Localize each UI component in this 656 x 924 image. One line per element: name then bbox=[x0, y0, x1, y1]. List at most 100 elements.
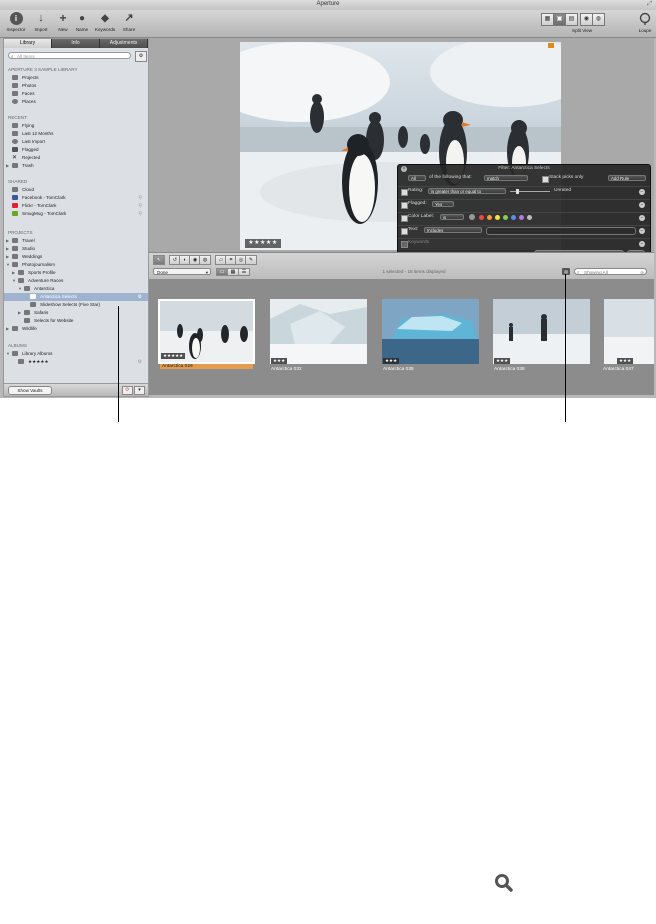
sidebar-item-facebook[interactable]: Facebook - TomClark ⚲ bbox=[4, 194, 148, 202]
disclosure-open-icon[interactable]: ▼ bbox=[18, 285, 22, 293]
sidebar-item-last-12-months[interactable]: Last 12 Months bbox=[4, 130, 148, 138]
match-scope-popup[interactable]: All bbox=[408, 175, 426, 181]
thumbnail-antarctica-047[interactable] bbox=[604, 299, 654, 364]
disclosure-triangle-icon[interactable]: ▶ bbox=[6, 325, 9, 333]
smart-settings-icon[interactable]: ⚙ bbox=[138, 293, 142, 301]
rating-checkbox[interactable] bbox=[401, 189, 408, 196]
disclosure-open-icon[interactable]: ▼ bbox=[6, 261, 10, 269]
sidebar-item-slideshow-selects[interactable]: Slideshow Selects (Five Star) bbox=[4, 301, 148, 309]
disclosure-triangle-icon[interactable]: ▶ bbox=[6, 245, 9, 253]
disclosure-triangle-icon[interactable]: ▶ bbox=[6, 237, 9, 245]
tab-info[interactable]: Info bbox=[52, 39, 100, 48]
tab-adjustments[interactable]: Adjustments bbox=[100, 39, 148, 48]
rating-slider-thumb[interactable] bbox=[516, 189, 519, 194]
remove-rule-icon[interactable]: − bbox=[639, 215, 645, 221]
add-rule-popup[interactable]: Add Rule bbox=[608, 175, 646, 181]
show-vaults-button[interactable]: Show Vaults bbox=[8, 386, 52, 395]
flagged-checkbox[interactable] bbox=[401, 202, 408, 209]
thumbnail-antarctica-032[interactable] bbox=[270, 299, 367, 364]
sidebar-item-rejected[interactable]: ✕ Rejected bbox=[4, 154, 148, 162]
sidebar-item-library-albums[interactable]: ▼ Library Albums bbox=[4, 350, 148, 358]
smart-settings-icon[interactable]: ⚙ bbox=[138, 358, 142, 366]
sidebar-item-faces[interactable]: Faces bbox=[4, 90, 148, 98]
sidebar-item-photos[interactable]: Photos bbox=[4, 82, 148, 90]
sidebar-item-flagged[interactable]: Flagged bbox=[4, 146, 148, 154]
thumbnail-antarctica-035[interactable] bbox=[382, 299, 479, 364]
thumbnail-antarctica-038[interactable] bbox=[493, 299, 590, 364]
sidebar-item-flying[interactable]: Flying bbox=[4, 122, 148, 130]
sidebar-item-flickr[interactable]: Flickr - TomClark ⚲ bbox=[4, 202, 148, 210]
places-view-button[interactable]: ◍ bbox=[592, 13, 605, 26]
disclosure-triangle-icon[interactable]: ▶ bbox=[6, 162, 9, 170]
vault-update-button[interactable]: ⟳ bbox=[122, 386, 133, 395]
sidebar-item-antarctica-selects[interactable]: Antarctica Selects ⚙ bbox=[4, 293, 148, 301]
filter-hud-button[interactable]: ▤ bbox=[562, 268, 570, 275]
disclosure-open-icon[interactable]: ▼ bbox=[6, 350, 10, 358]
sidebar-item-photojournalism[interactable]: ▼ Photojournalism bbox=[4, 261, 148, 269]
inspector-button[interactable]: i Inspector bbox=[5, 12, 27, 32]
text-checkbox[interactable] bbox=[401, 228, 408, 235]
keywords-checkbox[interactable] bbox=[401, 241, 408, 248]
sidebar-item-last-import[interactable]: Last Import bbox=[4, 138, 148, 146]
name-button[interactable]: ● Name bbox=[71, 12, 93, 32]
sidebar-item-safaris[interactable]: ▶ Safaris bbox=[4, 309, 148, 317]
library-search-input[interactable]: ⌕ All Items bbox=[8, 52, 131, 59]
disclosure-open-icon[interactable]: ▼ bbox=[12, 277, 16, 285]
list-browser-button[interactable]: ☰ bbox=[238, 268, 250, 276]
sidebar-item-trash[interactable]: ▶ Trash bbox=[4, 162, 148, 170]
keywords-button[interactable]: ◆ Keywords bbox=[94, 12, 116, 32]
disclosure-triangle-icon[interactable]: ▶ bbox=[18, 309, 21, 317]
clear-search-icon[interactable]: ⊗ bbox=[640, 269, 644, 276]
vault-menu-button[interactable]: ▾ bbox=[134, 386, 145, 395]
selection-tool[interactable]: ↖ bbox=[153, 255, 165, 265]
import-button[interactable]: ↓ Import bbox=[30, 12, 52, 32]
tab-library[interactable]: Library bbox=[4, 39, 52, 48]
color-blue-swatch[interactable] bbox=[511, 215, 516, 220]
color-yellow-swatch[interactable] bbox=[495, 215, 500, 220]
list-view-button[interactable]: ▤ bbox=[565, 13, 578, 26]
text-search-field[interactable] bbox=[486, 227, 636, 235]
text-operator-popup[interactable]: Includes bbox=[424, 227, 482, 233]
browser-search-input[interactable]: ⌕ Showing All ⊗ bbox=[574, 268, 647, 275]
search-options-button[interactable]: ⚙ bbox=[135, 51, 147, 62]
sidebar-item-five-star[interactable]: ★★★★★ ⚙ bbox=[4, 358, 148, 366]
remove-rule-icon[interactable]: − bbox=[639, 228, 645, 234]
remove-rule-icon[interactable]: − bbox=[639, 189, 645, 195]
rating-operator-popup[interactable]: is greater than or equal to bbox=[428, 188, 506, 194]
sidebar-item-sports-profile[interactable]: ▶ Sports Profile bbox=[4, 269, 148, 277]
sidebar-item-cloud[interactable]: Cloud bbox=[4, 186, 148, 194]
color-green-swatch[interactable] bbox=[503, 215, 508, 220]
sidebar-item-travel[interactable]: ▶ Travel bbox=[4, 237, 148, 245]
share-button[interactable]: ↗ Share bbox=[118, 12, 140, 32]
sidebar-item-weddings[interactable]: ▶ Weddings bbox=[4, 253, 148, 261]
disclosure-triangle-icon[interactable]: ▶ bbox=[12, 269, 15, 277]
sidebar-item-projects[interactable]: Projects bbox=[4, 74, 148, 82]
disclosure-triangle-icon[interactable]: ▶ bbox=[6, 253, 9, 261]
sidebar-item-selects-for-website[interactable]: Selects for Website bbox=[4, 317, 148, 325]
fullscreen-icon[interactable]: ⤢ bbox=[647, 1, 652, 8]
sidebar-item-studio[interactable]: ▶ Studio bbox=[4, 245, 148, 253]
color-purple-swatch[interactable] bbox=[519, 215, 524, 220]
match-mode-popup[interactable]: match bbox=[484, 175, 528, 181]
color-orange-swatch[interactable] bbox=[487, 215, 492, 220]
color-label-checkbox[interactable] bbox=[401, 215, 408, 222]
remove-rule-icon[interactable]: − bbox=[639, 202, 645, 208]
flagged-popup[interactable]: Yes bbox=[432, 201, 454, 207]
remove-rule-icon[interactable]: − bbox=[639, 241, 645, 247]
loupe-button[interactable]: Loupe bbox=[634, 12, 656, 33]
sidebar-item-antarctica[interactable]: ▼ Antarctica bbox=[4, 285, 148, 293]
color-operator-popup[interactable]: is bbox=[440, 214, 464, 220]
sidebar-item-places[interactable]: Places bbox=[4, 98, 148, 106]
stack-picks-checkbox[interactable] bbox=[542, 176, 549, 183]
brush-tool[interactable]: ✎ bbox=[245, 255, 257, 265]
done-popup[interactable]: Done ▾ bbox=[153, 268, 211, 275]
color-gray-swatch[interactable] bbox=[527, 215, 532, 220]
sync-icon[interactable]: ⚲ bbox=[138, 210, 142, 218]
sidebar-item-smugmug[interactable]: SmugMug - TomClark ⚲ bbox=[4, 210, 148, 218]
patch-tool[interactable]: ◍ bbox=[199, 255, 211, 265]
color-none-swatch[interactable] bbox=[469, 214, 475, 220]
sidebar-item-adventure-races[interactable]: ▼ Adventure Races bbox=[4, 277, 148, 285]
sync-icon[interactable]: ⚲ bbox=[138, 194, 142, 202]
sync-icon[interactable]: ⚲ bbox=[138, 202, 142, 210]
sidebar-item-wildlife[interactable]: ▶ Wildlife bbox=[4, 325, 148, 333]
